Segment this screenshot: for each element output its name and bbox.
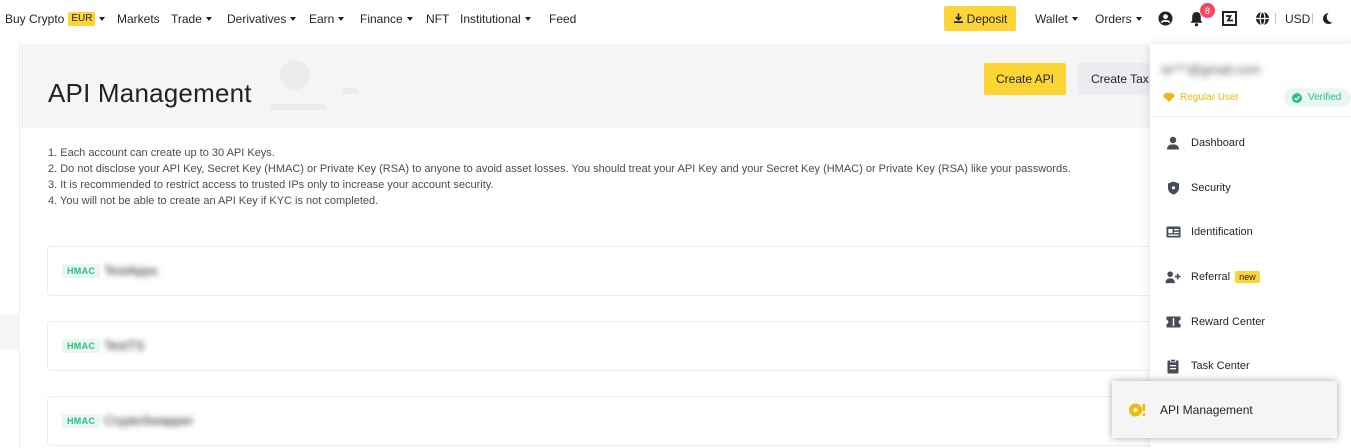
nav-trade[interactable]: Trade — [171, 12, 212, 26]
key-type-badge: HMAC — [62, 414, 101, 428]
nav-earn-label: Earn — [309, 12, 335, 26]
check-circle-icon — [1292, 92, 1302, 103]
nav-finance-label: Finance — [360, 12, 403, 26]
menu-item-referral[interactable]: Referral new — [1150, 255, 1351, 299]
chevron-down-icon — [1135, 17, 1142, 21]
sidebar-edge — [0, 44, 20, 448]
note-line: 1. Each account can create up to 30 API … — [48, 147, 275, 159]
nav-institutional[interactable]: Institutional — [460, 12, 531, 26]
menu-item-api-management[interactable]: API Management — [1112, 381, 1337, 438]
api-key-name: TestTS — [104, 338, 145, 353]
chevron-down-icon — [406, 17, 413, 21]
add-user-icon — [1165, 269, 1181, 285]
menu-item-reward-center[interactable]: Reward Center — [1150, 300, 1351, 344]
nav-wallet-label: Wallet — [1035, 12, 1068, 26]
nav-buy-crypto[interactable]: Buy Crypto EUR — [5, 12, 106, 26]
nav-buy-crypto-label: Buy Crypto — [5, 12, 65, 26]
nav-derivatives-label: Derivatives — [227, 12, 287, 26]
top-navigation: Buy Crypto EUR Markets Trade Derivatives… — [0, 0, 1351, 38]
user-email: te***@gmail.com — [1162, 62, 1261, 77]
nav-earn[interactable]: Earn — [309, 12, 345, 26]
nav-feed-label: Feed — [549, 12, 577, 26]
nav-divider: | — [1311, 12, 1314, 24]
api-key-card[interactable]: HMAC TestApps — [47, 246, 1167, 296]
currency-selector[interactable]: USD — [1285, 12, 1310, 26]
api-key-name: TestApps — [104, 263, 158, 278]
nav-markets-label: Markets — [117, 12, 160, 26]
api-notes: 1. Each account can create up to 30 API … — [48, 145, 1071, 209]
menu-item-identification[interactable]: Identification — [1150, 210, 1351, 254]
nav-nft[interactable]: NFT — [426, 12, 449, 26]
deposit-button[interactable]: Deposit — [944, 6, 1016, 31]
menu-item-label: Referral — [1191, 271, 1231, 283]
nav-orders-label: Orders — [1095, 12, 1132, 26]
blurred-text — [270, 104, 326, 110]
verified-label: Verified — [1308, 92, 1342, 103]
note-line: 4. You will not be able to create an API… — [48, 195, 379, 207]
blurred-avatar — [280, 60, 310, 90]
shield-icon — [1165, 180, 1181, 196]
globe-icon[interactable] — [1255, 11, 1270, 29]
diamond-icon — [1163, 93, 1175, 102]
notification-badge: 8 — [1200, 3, 1215, 18]
api-key-name: CryptoSwapper — [104, 413, 194, 428]
nav-finance[interactable]: Finance — [360, 12, 413, 26]
currency-badge: EUR — [68, 12, 96, 26]
key-type-badge: HMAC — [62, 339, 101, 353]
nav-markets[interactable]: Markets — [117, 12, 160, 26]
menu-item-label: Security — [1191, 182, 1231, 194]
nav-divider: | — [1274, 12, 1277, 24]
nav-trade-label: Trade — [171, 12, 202, 26]
chevron-down-icon — [290, 17, 297, 21]
chevron-down-icon — [1071, 17, 1078, 21]
nav-derivatives[interactable]: Derivatives — [227, 12, 297, 26]
api-key-icon — [1129, 403, 1148, 417]
menu-item-label: Task Center — [1191, 360, 1250, 372]
nav-feed[interactable]: Feed — [549, 12, 576, 26]
divider — [1150, 116, 1351, 117]
chevron-down-icon — [524, 17, 531, 21]
menu-item-dashboard[interactable]: Dashboard — [1150, 121, 1351, 165]
ticket-icon — [1165, 314, 1181, 330]
download-app-icon[interactable] — [1222, 11, 1237, 29]
note-line: 2. Do not disclose your API Key, Secret … — [48, 163, 1071, 175]
account-icon[interactable] — [1158, 11, 1173, 29]
user-level: Regular User — [1163, 92, 1239, 103]
deposit-label: Deposit — [966, 11, 1008, 26]
download-icon — [953, 13, 963, 23]
user-level-label: Regular User — [1180, 92, 1239, 103]
sidebar-selected-block — [0, 314, 20, 350]
chevron-down-icon — [338, 17, 345, 21]
note-line: 3. It is recommended to restrict access … — [48, 179, 494, 191]
key-type-badge: HMAC — [62, 264, 101, 278]
id-card-icon — [1165, 224, 1181, 240]
chevron-down-icon — [99, 17, 106, 21]
api-key-card[interactable]: HMAC CryptoSwapper — [47, 396, 1167, 446]
verified-badge: Verified — [1284, 88, 1351, 107]
create-api-button[interactable]: Create API — [984, 63, 1066, 95]
new-badge: new — [1235, 271, 1260, 283]
user-icon — [1165, 135, 1181, 151]
menu-item-label: API Management — [1160, 402, 1253, 417]
blurred-text — [342, 88, 358, 94]
menu-item-label: Dashboard — [1191, 137, 1245, 149]
nav-wallet[interactable]: Wallet — [1035, 12, 1078, 26]
menu-item-security[interactable]: Security — [1150, 166, 1351, 210]
nav-orders[interactable]: Orders — [1095, 12, 1142, 26]
page-title: API Management — [48, 78, 252, 108]
menu-item-label: Reward Center — [1191, 316, 1265, 328]
nav-nft-label: NFT — [426, 12, 450, 26]
chevron-down-icon — [205, 17, 212, 21]
menu-item-label: Identification — [1191, 226, 1253, 238]
nav-institutional-label: Institutional — [460, 12, 521, 26]
dark-mode-icon[interactable] — [1321, 12, 1333, 28]
clipboard-icon — [1165, 358, 1181, 374]
api-key-card[interactable]: HMAC TestTS — [47, 321, 1167, 371]
